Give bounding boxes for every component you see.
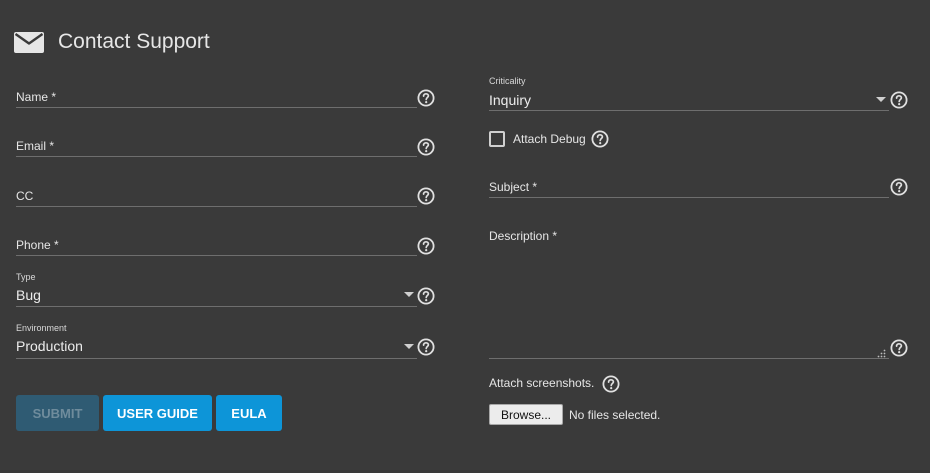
dialog-header: Contact Support [14, 30, 210, 54]
attach-screenshots-label: Attach screenshots. [489, 376, 595, 390]
description-textarea[interactable]: Description * [489, 226, 889, 359]
subject-label: Subject * [489, 180, 538, 194]
type-underline [16, 306, 417, 307]
cc-help-icon[interactable] [417, 187, 435, 205]
criticality-underline [489, 110, 889, 111]
criticality-label: Criticality [489, 76, 526, 86]
type-select[interactable]: Type Bug [16, 270, 417, 307]
attach-debug-label: Attach Debug [513, 132, 586, 146]
email-underline [16, 156, 417, 157]
email-field[interactable]: Email * [16, 135, 417, 157]
eula-button[interactable]: EULA [216, 395, 282, 431]
description-label: Description * [489, 229, 558, 243]
subject-field[interactable]: Subject * [489, 176, 889, 198]
environment-value: Production [16, 338, 83, 354]
criticality-select[interactable]: Criticality Inquiry [489, 74, 889, 111]
criticality-value: Inquiry [489, 92, 532, 108]
resize-handle-icon[interactable] [877, 345, 886, 358]
cc-label: CC [16, 189, 34, 203]
description-underline [489, 358, 889, 359]
user-guide-button[interactable]: USER GUIDE [103, 395, 212, 431]
chevron-down-icon [876, 97, 886, 102]
submit-button[interactable]: SUBMIT [16, 395, 99, 431]
name-underline [16, 107, 417, 108]
attach-debug-checkbox[interactable] [489, 131, 505, 147]
phone-label: Phone * [16, 238, 59, 252]
file-status-text: No files selected. [569, 408, 661, 422]
attach-debug-help-icon[interactable] [591, 130, 609, 148]
environment-help-icon[interactable] [417, 338, 435, 356]
email-help-icon[interactable] [417, 138, 435, 156]
name-label: Name * [16, 90, 57, 104]
name-help-icon[interactable] [417, 89, 435, 107]
cc-field[interactable]: CC [16, 185, 417, 207]
phone-help-icon[interactable] [417, 237, 435, 255]
contact-support-dialog: Contact Support Name * Email * CC Phone … [0, 0, 930, 473]
subject-underline [489, 197, 889, 198]
chevron-down-icon [404, 292, 414, 297]
email-label: Email * [16, 139, 55, 153]
envelope-icon [14, 30, 44, 54]
browse-button[interactable]: Browse... [489, 404, 563, 425]
type-label: Type [16, 272, 36, 282]
cc-underline [16, 206, 417, 207]
environment-label: Environment [16, 323, 67, 333]
chevron-down-icon [404, 344, 414, 349]
environment-select[interactable]: Environment Production [16, 321, 417, 359]
environment-underline [16, 358, 417, 359]
subject-help-icon[interactable] [890, 178, 908, 196]
criticality-help-icon[interactable] [890, 91, 908, 109]
type-help-icon[interactable] [417, 287, 435, 305]
type-value: Bug [16, 287, 41, 303]
phone-underline [16, 255, 417, 256]
page-title: Contact Support [58, 30, 210, 53]
phone-field[interactable]: Phone * [16, 234, 417, 256]
description-help-icon[interactable] [890, 339, 908, 357]
attach-screenshots-help-icon[interactable] [602, 375, 620, 393]
name-field[interactable]: Name * [16, 86, 417, 108]
